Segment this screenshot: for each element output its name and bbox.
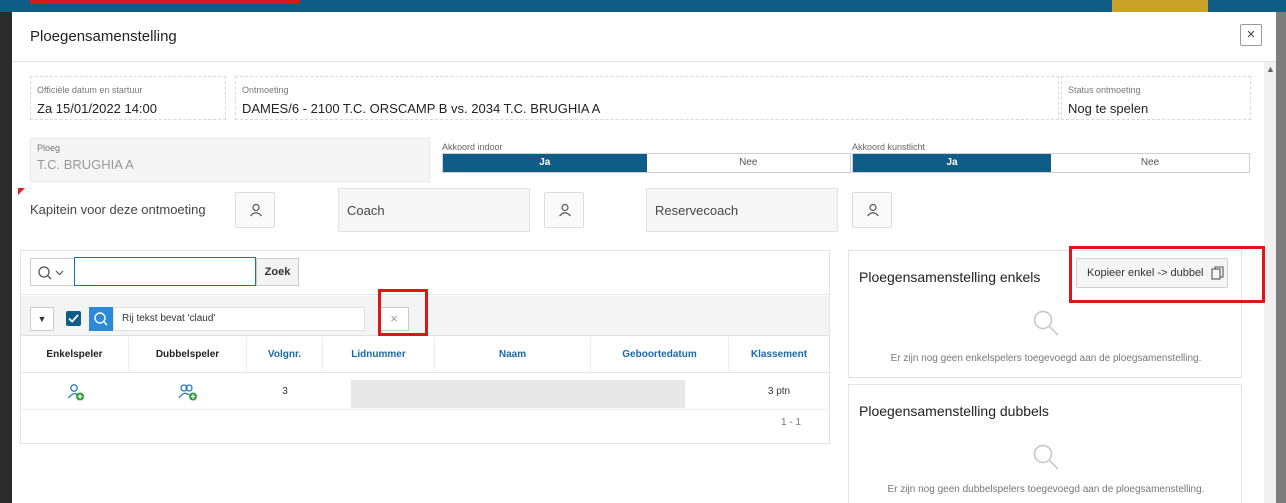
search-icon [94, 312, 108, 326]
col-klassement[interactable]: Klassement [729, 337, 829, 373]
kapitein-label: Kapitein voor deze ontmoeting [30, 202, 206, 217]
app-right-edge [1276, 12, 1286, 503]
search-column-menu[interactable] [30, 258, 74, 286]
cell-klassement: 3 ptn [767, 386, 791, 397]
dubbels-panel: Ploegensamenstelling dubbels Er zijn nog… [848, 384, 1242, 503]
search-input[interactable] [74, 257, 256, 286]
col-enkelspeler[interactable]: Enkelspeler [21, 337, 129, 373]
checkmark-icon [68, 314, 79, 323]
ploeg-value: T.C. BRUGHIA A [37, 157, 134, 172]
reservecoach-field[interactable]: Reservecoach [646, 188, 838, 232]
required-marker [18, 188, 25, 195]
akkoord-kunstlicht-toggle: Ja Nee [852, 153, 1250, 173]
status-field: Status ontmoeting Nog te spelen [1061, 76, 1251, 120]
ploeg-label: Ploeg [37, 143, 61, 153]
datum-label: Officiële datum en startuur [37, 85, 143, 95]
redacted-cells [351, 380, 685, 408]
user-icon [867, 203, 879, 217]
dubbels-empty-message: Er zijn nog geen dubbelspelers toegevoeg… [887, 484, 1205, 495]
akkoord-indoor-ja[interactable]: Ja [443, 154, 647, 172]
coach-field[interactable]: Coach [338, 188, 530, 232]
akkoord-indoor-toggle: Ja Nee [442, 153, 851, 173]
close-button[interactable]: × [1240, 24, 1262, 46]
highlight-filter-remove [378, 289, 428, 336]
app-top-bar [0, 0, 1286, 12]
ontmoeting-field: Ontmoeting DAMES/6 - 2100 T.C. ORSCAMP B… [235, 76, 1059, 120]
datum-field: Officiële datum en startuur Za 15/01/202… [30, 76, 226, 120]
add-user-icon[interactable] [67, 383, 85, 401]
cell-volgnr: 3 [282, 386, 288, 397]
kapitein-field[interactable]: Kapitein voor deze ontmoeting [30, 188, 230, 232]
status-label: Status ontmoeting [1068, 85, 1141, 95]
ploeg-field: Ploeg T.C. BRUGHIA A [30, 138, 430, 182]
filter-search-button[interactable] [89, 307, 113, 331]
zoek-button[interactable]: Zoek [256, 258, 299, 286]
spelers-grid: Zoek ▼ Rij tekst bevat 'claud' × Enkelsp… [20, 250, 830, 444]
akkoord-indoor-label: Akkoord indoor [442, 142, 503, 152]
ontmoeting-value: DAMES/6 - 2100 T.C. ORSCAMP B vs. 2034 T… [242, 101, 601, 116]
coach-select-button[interactable] [544, 192, 584, 228]
search-icon [1033, 444, 1059, 470]
filter-text[interactable]: Rij tekst bevat 'claud' [113, 307, 365, 331]
datum-value: Za 15/01/2022 14:00 [37, 101, 157, 116]
pagination: 1 - 1 [781, 417, 802, 428]
dialog-title: Ploegensamenstelling [30, 28, 177, 45]
app-left-edge [0, 12, 12, 503]
ploegensamenstelling-dialog: Ploegensamenstelling × ▲ Officiële datum… [12, 12, 1276, 503]
reservecoach-label: Reservecoach [655, 203, 739, 218]
add-users-icon[interactable] [178, 383, 198, 401]
akkoord-kunstlicht-ja[interactable]: Ja [853, 154, 1051, 172]
filter-collapse-button[interactable]: ▼ [30, 307, 54, 331]
status-value: Nog te spelen [1068, 101, 1149, 116]
ontmoeting-label: Ontmoeting [242, 85, 289, 95]
col-naam[interactable]: Naam [435, 337, 591, 373]
coach-label: Coach [347, 203, 385, 218]
app-top-accent [30, 0, 300, 4]
akkoord-indoor-nee[interactable]: Nee [646, 154, 850, 172]
enkels-empty-message: Er zijn nog geen enkelspelers toegevoegd… [890, 353, 1202, 364]
table-header: Enkelspeler Dubbelspeler Volgnr. Lidnumm… [21, 337, 829, 373]
app-top-gold-block [1112, 0, 1208, 12]
col-volgnr[interactable]: Volgnr. [247, 337, 323, 373]
enkels-title: Ploegensamenstelling enkels [859, 269, 1041, 285]
akkoord-kunstlicht-nee[interactable]: Nee [1051, 154, 1249, 172]
filter-enabled-checkbox[interactable] [66, 311, 81, 326]
reservecoach-select-button[interactable] [852, 192, 892, 228]
search-icon [1033, 310, 1059, 336]
dubbels-title: Ploegensamenstelling dubbels [859, 403, 1049, 419]
user-icon [559, 203, 571, 217]
dialog-header: Ploegensamenstelling × [12, 12, 1276, 62]
kapitein-select-button[interactable] [235, 192, 275, 228]
highlight-kopieer-button [1069, 246, 1265, 303]
table-row: 3 3 ptn [21, 374, 829, 410]
search-icon [38, 266, 64, 280]
user-icon [250, 203, 262, 217]
dialog-scrollbar[interactable] [1264, 62, 1276, 503]
col-geboortedatum[interactable]: Geboortedatum [591, 337, 729, 373]
scroll-up-icon[interactable]: ▲ [1266, 64, 1275, 74]
col-lidnummer[interactable]: Lidnummer [323, 337, 435, 373]
akkoord-kunstlicht-label: Akkoord kunstlicht [852, 142, 926, 152]
col-dubbelspeler[interactable]: Dubbelspeler [129, 337, 247, 373]
